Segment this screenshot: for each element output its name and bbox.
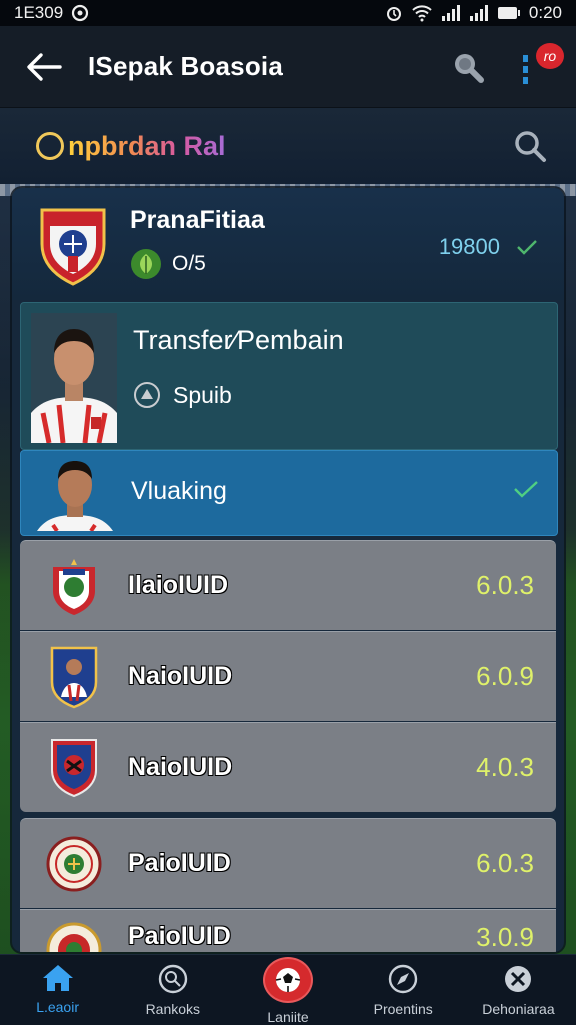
item-name: IlaioIUID (128, 571, 229, 599)
back-button[interactable] (22, 45, 66, 89)
ball-icon (158, 964, 187, 994)
search-icon[interactable] (512, 128, 548, 164)
club-crest-icon (46, 836, 102, 891)
player-photo (31, 313, 117, 443)
player-avatar-icon (37, 461, 113, 531)
brand-o-icon (36, 132, 64, 160)
list-item[interactable]: PaioIUID 3.0.9 (20, 909, 556, 952)
item-value: 6.0.3 (476, 848, 534, 878)
item-name: PaioIUID (128, 849, 231, 877)
arrow-left-icon (27, 52, 62, 81)
club-value: 19800 (438, 234, 500, 259)
page-title: ISepak Boasoia (88, 51, 283, 81)
nav-label: Dehoniaraa (482, 1001, 555, 1017)
status-bar: 1E309 0:20 (0, 0, 576, 26)
signal-icon-2 (469, 5, 488, 21)
item-value: 6.0.9 (476, 661, 534, 691)
nav-item-promotions[interactable]: Proentins (346, 955, 461, 1025)
check-icon (514, 481, 538, 498)
item-value: 4.0.3 (476, 752, 534, 782)
club-header[interactable]: PranaFitiaa O/5 19800 (12, 188, 564, 300)
item-value: 6.0.3 (476, 570, 534, 600)
club-emblem-icon (134, 382, 160, 408)
brand-bar: npbrdan Ral (0, 108, 576, 184)
item-value: 3.0.9 (476, 922, 534, 952)
main-panel: PranaFitiaa O/5 19800 Transfer⁄Pembain S… (12, 188, 564, 952)
transfer-card[interactable]: Transfer⁄Pembain Spuib (20, 302, 558, 450)
notification-badge: ro (536, 42, 564, 69)
nav-item-rankings[interactable]: Rankoks (115, 955, 230, 1025)
transfer-title: Transfer⁄Pembain (133, 325, 344, 355)
nav-item-home[interactable]: L.eaoir (0, 955, 115, 1025)
close-icon (505, 966, 532, 992)
item-name: PaioIUID (128, 922, 231, 950)
app-bar: ISepak Boasoia ro (0, 26, 576, 108)
club-crest-icon (51, 738, 97, 797)
nav-label: Rankoks (145, 1001, 201, 1017)
nav-label: Laniite (267, 1009, 309, 1025)
player-avatar-icon (31, 313, 117, 443)
search-icon[interactable] (450, 49, 486, 85)
item-name: NaioIUID (128, 662, 233, 690)
football-button[interactable] (263, 957, 313, 1003)
status-time: 0:20 (528, 3, 562, 22)
nav-item-center[interactable]: Laniite (230, 955, 345, 1025)
club-sub-text: O/5 (172, 252, 206, 275)
compass-icon (389, 964, 418, 994)
alarm-icon (386, 7, 401, 21)
check-icon (517, 240, 537, 255)
selected-label: Vluaking (131, 477, 227, 505)
brand-text: npbrdan Ral (68, 130, 226, 161)
football-icon (275, 968, 301, 992)
nav-label: L.eaoir (36, 999, 79, 1015)
nav-item-more[interactable]: Dehoniaraa (461, 955, 576, 1025)
list-item[interactable]: IlaioIUID 6.0.3 (20, 540, 556, 630)
app-notification-icon (72, 4, 89, 22)
battery-icon (497, 7, 520, 19)
brand-logo: npbrdan Ral (36, 131, 226, 162)
leaf-badge-icon (131, 249, 161, 279)
nav-label: Proentins (373, 1001, 433, 1017)
wifi-icon (412, 5, 432, 22)
list-item[interactable]: NaioIUID 4.0.3 (20, 722, 556, 812)
status-left-text: 1E309 (14, 3, 64, 22)
list-item[interactable]: NaioIUID 6.0.9 (20, 631, 556, 721)
item-name: NaioIUID (128, 753, 233, 781)
signal-icon (441, 5, 460, 21)
list-item[interactable]: PaioIUID 6.0.3 (20, 818, 556, 908)
selected-player-row[interactable]: Vluaking (20, 450, 558, 536)
club-crest-icon (46, 922, 102, 952)
player-photo (35, 455, 115, 531)
club-name: PranaFitiaa (130, 206, 265, 234)
bottom-navigation: L.eaoir Rankoks Laniite Proentins Dehoni… (0, 954, 576, 1025)
club-crest-icon (50, 646, 98, 708)
transfer-sub-text: Spuib (173, 381, 232, 408)
club-crest-icon (40, 208, 106, 286)
club-crest-icon (53, 558, 95, 615)
home-icon (42, 965, 73, 991)
notification-button[interactable]: ro (516, 42, 564, 87)
